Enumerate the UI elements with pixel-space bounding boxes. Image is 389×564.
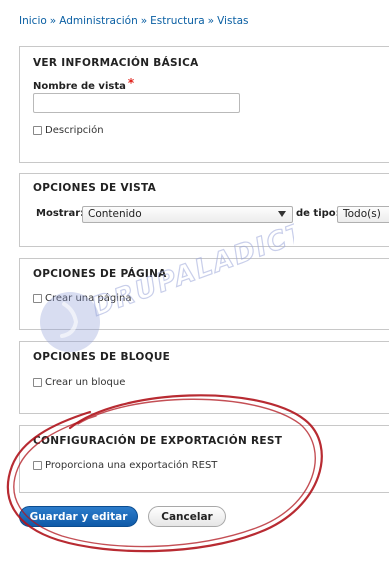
breadcrumb-separator: »	[140, 15, 148, 27]
breadcrumb: Inicio» Administración» Estructura» Vistas	[19, 15, 248, 27]
fieldset-view-settings: OPCIONES DE VISTA Mostrar: Contenido de …	[19, 173, 389, 247]
fieldset-rest-export-legend: CONFIGURACIÓN DE EXPORTACIÓN REST	[33, 435, 283, 447]
breadcrumb-link-inicio[interactable]: Inicio	[19, 15, 47, 27]
create-view-page: Inicio» Administración» Estructura» Vistas …	[0, 0, 389, 564]
breadcrumb-link-estructura[interactable]: Estructura	[150, 15, 205, 27]
fieldset-page-settings-legend: OPCIONES DE PÁGINA	[33, 268, 167, 280]
fieldset-page-settings: OPCIONES DE PÁGINA Crear una página	[19, 258, 389, 330]
show-select[interactable]: Contenido	[82, 206, 293, 223]
save-and-edit-button[interactable]: Guardar y editar	[19, 506, 138, 527]
breadcrumb-link-vistas[interactable]: Vistas	[217, 15, 248, 27]
rest-export-checkbox-label[interactable]: Proporciona una exportación REST	[45, 460, 217, 471]
view-name-label-text: Nombre de vista	[33, 81, 126, 92]
breadcrumb-link-administracion[interactable]: Administración	[59, 15, 138, 27]
create-page-checkbox-row[interactable]: Crear una página	[33, 293, 132, 304]
show-label: Mostrar:	[36, 208, 85, 219]
breadcrumb-separator: »	[207, 15, 215, 27]
type-select[interactable]: Todo(s)	[337, 206, 389, 223]
description-checkbox[interactable]	[33, 126, 42, 135]
show-select-value: Contenido	[88, 208, 142, 220]
view-name-input[interactable]	[33, 93, 240, 113]
cancel-button[interactable]: Cancelar	[148, 506, 226, 527]
view-name-label: Nombre de vista *	[33, 76, 135, 92]
rest-export-checkbox-row[interactable]: Proporciona una exportación REST	[33, 460, 217, 471]
create-block-checkbox[interactable]	[33, 378, 42, 387]
fieldset-view-settings-legend: OPCIONES DE VISTA	[33, 182, 157, 194]
type-select-value: Todo(s)	[343, 208, 381, 220]
rest-export-checkbox[interactable]	[33, 461, 42, 470]
create-page-checkbox[interactable]	[33, 294, 42, 303]
create-page-checkbox-label[interactable]: Crear una página	[45, 293, 132, 304]
type-label: de tipo:	[296, 208, 340, 219]
create-block-checkbox-label[interactable]: Crear un bloque	[45, 377, 125, 388]
breadcrumb-separator: »	[49, 15, 57, 27]
required-marker: *	[127, 76, 135, 90]
chevron-down-icon	[278, 211, 286, 217]
fieldset-basic-info-legend: VER INFORMACIÓN BÁSICA	[33, 57, 199, 69]
description-checkbox-row[interactable]: Descripción	[33, 125, 104, 136]
fieldset-block-settings: OPCIONES DE BLOQUE Crear un bloque	[19, 341, 389, 414]
description-checkbox-label[interactable]: Descripción	[45, 125, 104, 136]
create-block-checkbox-row[interactable]: Crear un bloque	[33, 377, 125, 388]
fieldset-block-settings-legend: OPCIONES DE BLOQUE	[33, 351, 171, 363]
fieldset-basic-info: VER INFORMACIÓN BÁSICA Nombre de vista * …	[19, 46, 389, 163]
fieldset-rest-export: CONFIGURACIÓN DE EXPORTACIÓN REST Propor…	[19, 425, 389, 493]
